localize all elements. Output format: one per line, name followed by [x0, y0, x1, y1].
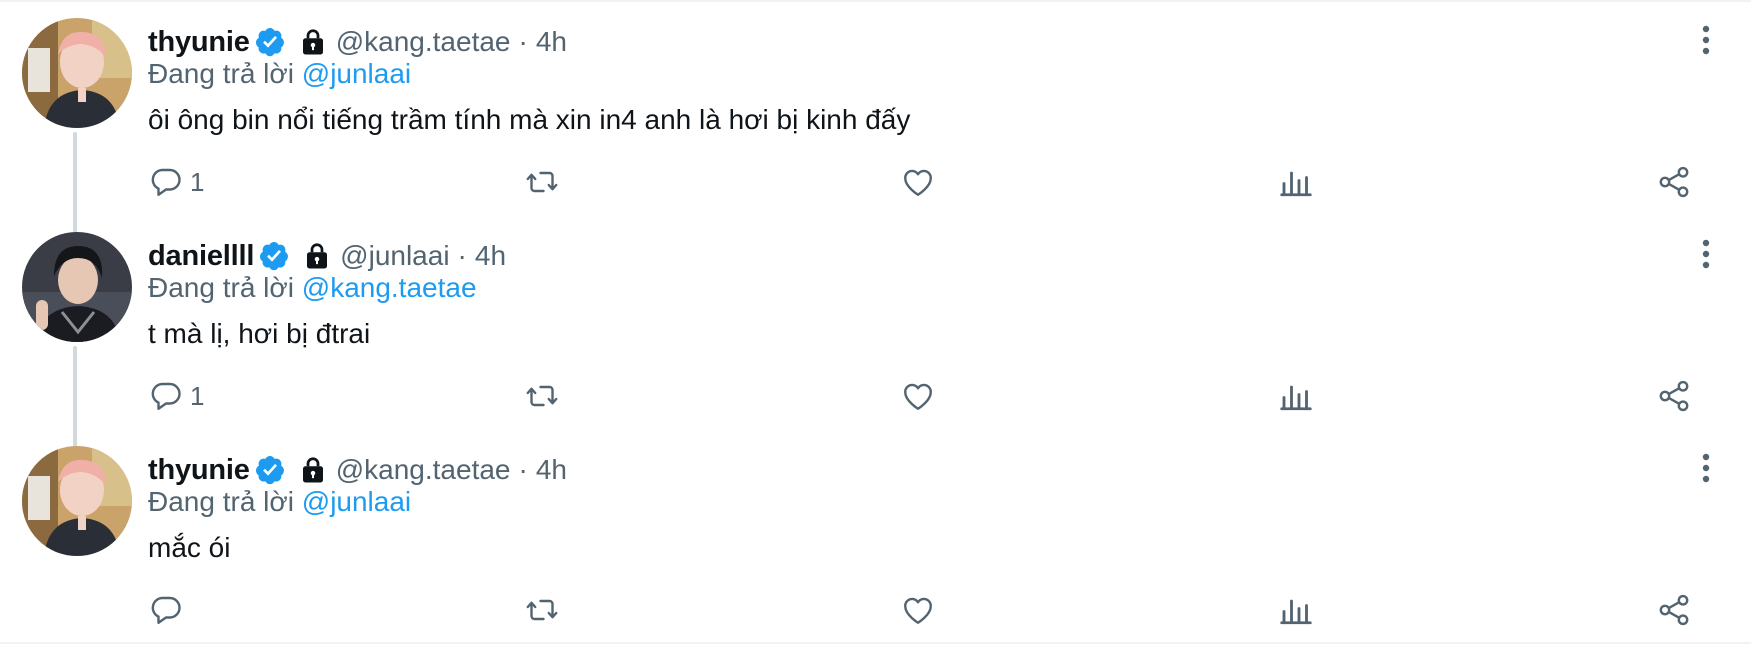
share-icon — [1659, 380, 1689, 412]
retweet-button[interactable] — [524, 590, 560, 630]
replying-label: Đang trả lời — [148, 272, 294, 303]
reply-count: 1 — [190, 380, 205, 411]
more-options-button[interactable] — [1690, 450, 1722, 486]
heart-icon — [904, 597, 932, 624]
tweet-text: ôi ông bin nổi tiếng trầm tính mà xin in… — [148, 104, 911, 135]
display-name[interactable]: thyunie — [148, 454, 250, 487]
display-name[interactable]: thyunie — [148, 26, 250, 59]
separator: · — [457, 240, 467, 271]
more-vertical-icon — [1702, 453, 1710, 483]
heart-icon — [904, 383, 932, 410]
display-name[interactable]: daniellll — [148, 240, 254, 273]
heart-icon — [904, 169, 932, 196]
retweet-icon — [526, 171, 558, 193]
analytics-icon — [1280, 385, 1312, 411]
avatar[interactable] — [22, 232, 132, 342]
share-button[interactable] — [1656, 162, 1692, 202]
replying-to: Đang trả lời @junlaai — [148, 58, 411, 90]
reply-button[interactable]: 1 — [148, 162, 204, 202]
reply-icon — [151, 168, 181, 196]
like-button[interactable] — [900, 162, 936, 202]
lock-icon — [307, 243, 328, 269]
reply-count: 1 — [190, 166, 205, 197]
user-handle[interactable]: @kang.taetae — [336, 454, 511, 486]
views-button[interactable] — [1278, 162, 1314, 202]
user-handle[interactable]: @junlaai — [340, 240, 449, 272]
verified-badge-icon — [260, 242, 289, 271]
reply-button[interactable] — [148, 590, 190, 630]
like-button[interactable] — [900, 376, 936, 416]
share-button[interactable] — [1656, 590, 1692, 630]
views-button[interactable] — [1278, 590, 1314, 630]
tweet[interactable]: thyunie @kang.taetae · 4h Đang trả lời @… — [0, 0, 1751, 210]
timestamp[interactable]: 4h — [475, 240, 506, 272]
verified-badge-icon — [255, 456, 284, 485]
more-vertical-icon — [1702, 239, 1710, 269]
separator: · — [518, 26, 528, 57]
retweet-icon — [526, 599, 558, 621]
reply-mention[interactable]: @junlaai — [302, 486, 411, 517]
reply-icon — [151, 382, 181, 410]
tweet-actions: 1 — [148, 162, 1708, 202]
reply-icon — [151, 596, 181, 624]
more-options-button[interactable] — [1690, 236, 1722, 272]
analytics-icon — [1280, 599, 1312, 625]
user-handle[interactable]: @kang.taetae — [336, 26, 511, 58]
tweet-actions — [148, 590, 1708, 630]
tweet-actions: 1 — [148, 376, 1708, 416]
tweet-text: t mà lị, hơi bị đtrai — [148, 318, 371, 349]
timestamp[interactable]: 4h — [536, 454, 567, 486]
tweet[interactable]: thyunie @kang.taetae · 4h Đang trả lời @… — [0, 428, 1751, 638]
like-button[interactable] — [900, 590, 936, 630]
replying-to: Đang trả lời @kang.taetae — [148, 272, 477, 304]
analytics-icon — [1280, 171, 1312, 197]
views-button[interactable] — [1278, 376, 1314, 416]
share-icon — [1659, 594, 1689, 626]
share-icon — [1659, 166, 1689, 198]
retweet-button[interactable] — [524, 162, 560, 202]
tweet-text: mắc ói — [148, 532, 231, 563]
reply-button[interactable]: 1 — [148, 376, 204, 416]
replying-label: Đang trả lời — [148, 58, 294, 89]
replying-label: Đang trả lời — [148, 486, 294, 517]
tweet[interactable]: daniellll @junlaai · 4h Đang trả lời @ka… — [0, 214, 1751, 424]
separator: · — [518, 454, 528, 485]
avatar[interactable] — [22, 18, 132, 128]
share-button[interactable] — [1656, 376, 1692, 416]
lock-icon — [302, 29, 323, 55]
tweet-header: daniellll @junlaai · 4h — [148, 236, 506, 276]
more-vertical-icon — [1702, 25, 1710, 55]
timestamp[interactable]: 4h — [536, 26, 567, 58]
replying-to: Đang trả lời @junlaai — [148, 486, 411, 518]
reply-mention[interactable]: @junlaai — [302, 58, 411, 89]
bottom-divider — [0, 642, 1751, 644]
more-options-button[interactable] — [1690, 22, 1722, 58]
avatar[interactable] — [22, 446, 132, 556]
retweet-icon — [526, 385, 558, 407]
tweet-header: thyunie @kang.taetae · 4h — [148, 22, 567, 62]
verified-badge-icon — [255, 28, 284, 57]
lock-icon — [302, 457, 323, 483]
retweet-button[interactable] — [524, 376, 560, 416]
tweet-header: thyunie @kang.taetae · 4h — [148, 450, 567, 490]
reply-mention[interactable]: @kang.taetae — [302, 272, 477, 303]
